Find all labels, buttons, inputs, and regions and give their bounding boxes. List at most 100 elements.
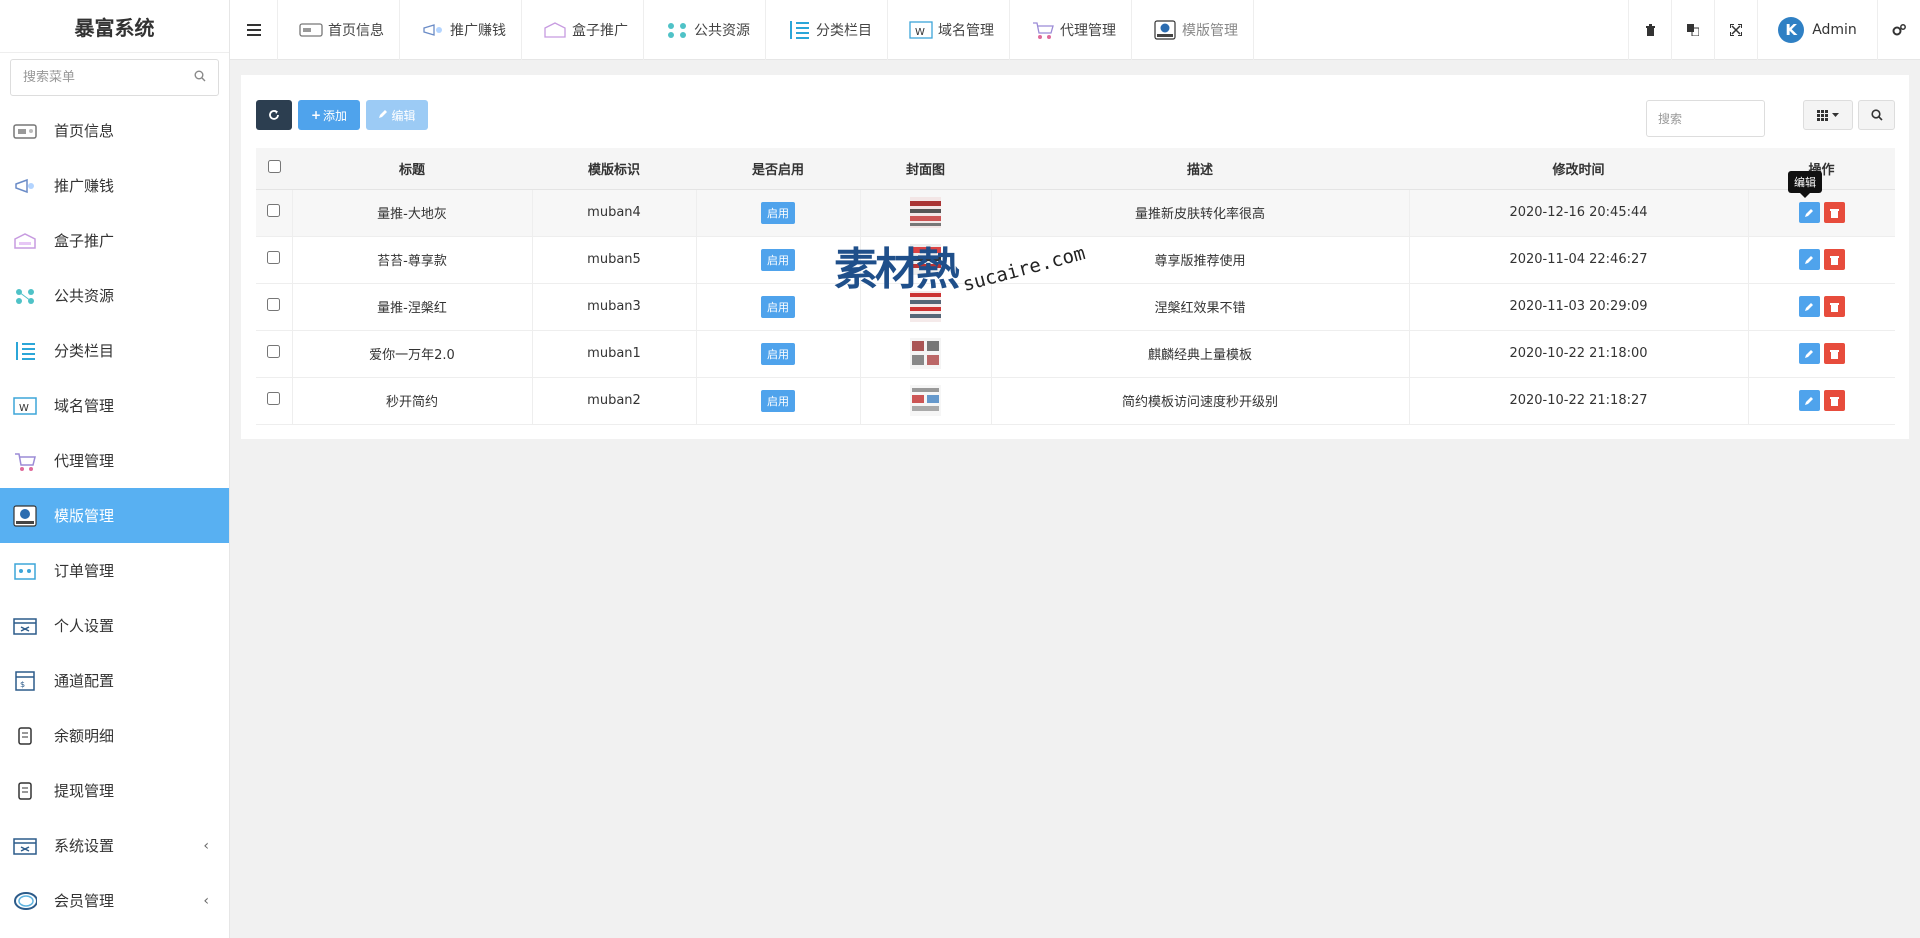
row-edit-button[interactable] (1798, 343, 1820, 364)
row-checkbox[interactable] (267, 204, 281, 217)
cover-thumbnail[interactable] (910, 197, 941, 228)
edit-label: 编辑 (391, 108, 416, 123)
promote-icon (13, 174, 37, 198)
sidebar-item-label: 域名管理 (54, 397, 115, 415)
status-badge[interactable]: 启用 (761, 342, 795, 365)
row-delete-button[interactable] (1823, 343, 1845, 364)
column-header[interactable]: 修改时间 (1409, 148, 1748, 190)
sidebar-item-box[interactable]: 盒子推广 (0, 213, 229, 268)
search-icon[interactable] (194, 70, 206, 86)
chevron-left-icon[interactable]: ‹ (203, 893, 209, 909)
sidebar-item-label: 代理管理 (54, 452, 115, 470)
sidebar-item-template[interactable]: 模版管理 (0, 488, 229, 543)
status-badge[interactable]: 启用 (761, 201, 795, 224)
tab-label: 模版管理 (1182, 23, 1238, 39)
row-delete-button[interactable] (1823, 202, 1845, 223)
chevron-left-icon[interactable]: ‹ (203, 838, 209, 854)
menu-search-input[interactable] (23, 70, 173, 85)
row-edit-button[interactable] (1798, 296, 1820, 317)
tab-agent[interactable]: 代理管理 (1010, 0, 1132, 60)
sidebar-item-balance[interactable]: 余额明细 (0, 708, 229, 763)
sidebar-menu: 首页信息 推广赚钱 盒子推广 公共资源 分类栏目 W 域名管理 代理管理 模版管 (0, 103, 229, 928)
table-row[interactable]: 量推-大地灰 muban4 启用 量推新皮肤转化率很高 2020-12-16 2… (256, 189, 1895, 237)
tab-promote[interactable]: 推广赚钱 (400, 0, 522, 60)
tab-label: 盒子推广 (572, 23, 628, 39)
translate-icon[interactable] (1671, 0, 1714, 60)
menu-toggle-icon[interactable] (230, 0, 278, 60)
trash-icon (1829, 302, 1839, 312)
cell-time: 2020-10-22 21:18:00 (1409, 330, 1749, 378)
row-edit-button[interactable] (1798, 202, 1820, 223)
plus-icon: + (310, 108, 322, 122)
settings-gears-icon[interactable] (1877, 0, 1920, 60)
row-checkbox[interactable] (267, 251, 281, 264)
table-row[interactable]: 苔苔-尊享款 muban5 启用 尊享版推荐使用 2020-11-04 22:4… (256, 236, 1895, 284)
sidebar-item-resource[interactable]: 公共资源 (0, 268, 229, 323)
tab-domain[interactable]: W 域名管理 (888, 0, 1010, 60)
trash-icon[interactable] (1628, 0, 1671, 60)
sidebar-item-category[interactable]: 分类栏目 (0, 323, 229, 378)
tab-template[interactable]: 模版管理 (1132, 0, 1254, 60)
table-row[interactable]: 爱你一万年2.0 muban1 启用 麒麟经典上量模板 2020-10-22 2… (256, 330, 1895, 378)
row-checkbox[interactable] (267, 298, 281, 311)
row-checkbox[interactable] (267, 392, 281, 405)
status-badge[interactable]: 启用 (761, 389, 795, 412)
top-nav-tabs: 首页信息 推广赚钱 盒子推广 公共资源 分类栏目 W 域名管理 代理管理 模版管 (278, 0, 1254, 60)
row-delete-button[interactable] (1823, 296, 1845, 317)
menu-search[interactable] (10, 59, 219, 96)
sidebar-item-profile[interactable]: 个人设置 (0, 598, 229, 653)
columns-toggle-button[interactable] (1803, 100, 1853, 130)
sidebar-item-domain[interactable]: W 域名管理 (0, 378, 229, 433)
refresh-button[interactable] (256, 100, 292, 130)
column-header[interactable]: 描述 (991, 148, 1409, 190)
sidebar-item-home[interactable]: 首页信息 (0, 103, 229, 158)
sidebar-item-channel[interactable]: $ 通道配置 (0, 653, 229, 708)
row-edit-button[interactable] (1798, 249, 1820, 270)
template-icon (13, 504, 37, 528)
tab-home[interactable]: 首页信息 (278, 0, 400, 60)
table-search[interactable] (1646, 100, 1765, 137)
status-badge[interactable]: 启用 (761, 248, 795, 271)
sidebar-item-agent[interactable]: 代理管理 (0, 433, 229, 488)
add-button[interactable]: + 添加 (298, 100, 360, 130)
sidebar-item-order[interactable]: 订单管理 (0, 543, 229, 598)
tab-box[interactable]: 盒子推广 (522, 0, 644, 60)
row-checkbox[interactable] (267, 345, 281, 358)
table-row[interactable]: 秒开简约 muban2 启用 简约模板访问速度秒开级别 2020-10-22 2… (256, 377, 1895, 425)
caret-down-icon (1832, 112, 1839, 117)
cell-title: 秒开简约 (292, 377, 533, 425)
tab-label: 域名管理 (938, 23, 994, 39)
user-menu[interactable]: K Admin (1757, 0, 1877, 60)
row-edit-button[interactable] (1798, 390, 1820, 411)
status-badge[interactable]: 启用 (761, 295, 795, 318)
sidebar-item-promote[interactable]: 推广赚钱 (0, 158, 229, 213)
sidebar-item-label: 提现管理 (54, 782, 115, 800)
edit-button[interactable]: 编辑 (366, 100, 428, 130)
avatar: K (1778, 17, 1805, 43)
sidebar-item-withdraw[interactable]: 提现管理 (0, 763, 229, 818)
svg-text:$: $ (20, 680, 25, 689)
column-header[interactable]: 标题 (292, 148, 532, 190)
fullscreen-icon[interactable] (1714, 0, 1757, 60)
sidebar-item-member[interactable]: 会员管理 ‹ (0, 873, 229, 928)
cell-time: 2020-11-03 20:29:09 (1409, 283, 1749, 331)
search-button[interactable] (1858, 100, 1895, 130)
column-header[interactable]: 模版标识 (532, 148, 696, 190)
select-all-checkbox[interactable] (267, 159, 281, 173)
table-search-input[interactable] (1658, 111, 1753, 126)
row-delete-button[interactable] (1823, 390, 1845, 411)
column-header[interactable]: 是否启用 (696, 148, 860, 190)
tab-resource[interactable]: 公共资源 (644, 0, 766, 60)
tab-category[interactable]: 分类栏目 (766, 0, 888, 60)
cover-thumbnail[interactable] (910, 291, 941, 322)
tab-label: 分类栏目 (816, 23, 872, 39)
row-delete-button[interactable] (1823, 249, 1845, 270)
cover-thumbnail[interactable] (910, 385, 941, 416)
cell-desc: 尊享版推荐使用 (991, 236, 1410, 284)
table-row[interactable]: 量推-涅槃红 muban3 启用 涅槃红效果不错 2020-11-03 20:2… (256, 283, 1895, 331)
sidebar-item-system[interactable]: 系统设置 ‹ (0, 818, 229, 873)
cell-code: muban4 (532, 189, 697, 237)
cover-thumbnail[interactable] (910, 244, 941, 275)
column-header[interactable]: 封面图 (860, 148, 991, 190)
cover-thumbnail[interactable] (910, 338, 941, 369)
